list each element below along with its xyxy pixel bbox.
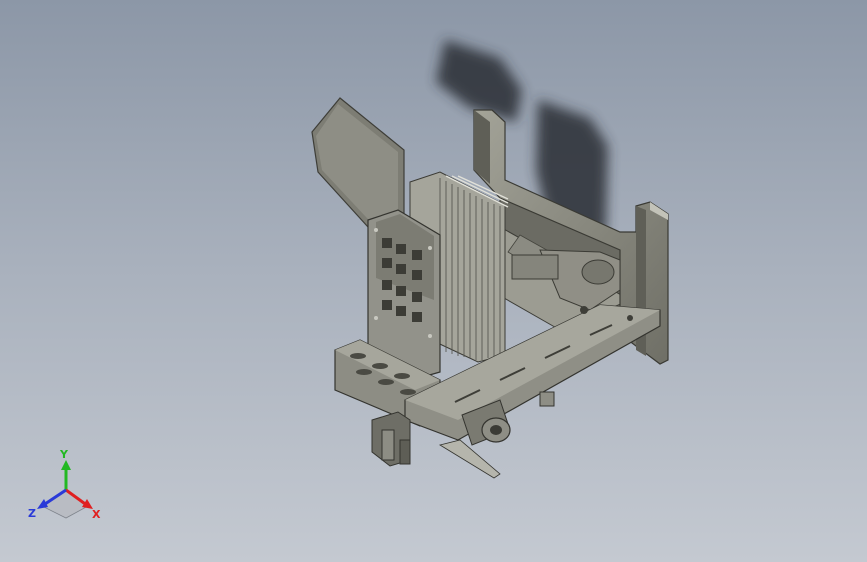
orientation-triad: Y X Z bbox=[28, 448, 101, 521]
triad-base bbox=[41, 489, 89, 519]
y-axis-label: Y bbox=[59, 448, 69, 461]
x-axis-label: X bbox=[92, 508, 101, 521]
assembly-model[interactable] bbox=[0, 0, 867, 562]
3d-graphics-viewport[interactable]: Y X Z bbox=[0, 0, 867, 562]
y-axis-arrow bbox=[61, 460, 71, 470]
z-axis-label: Z bbox=[28, 507, 36, 520]
